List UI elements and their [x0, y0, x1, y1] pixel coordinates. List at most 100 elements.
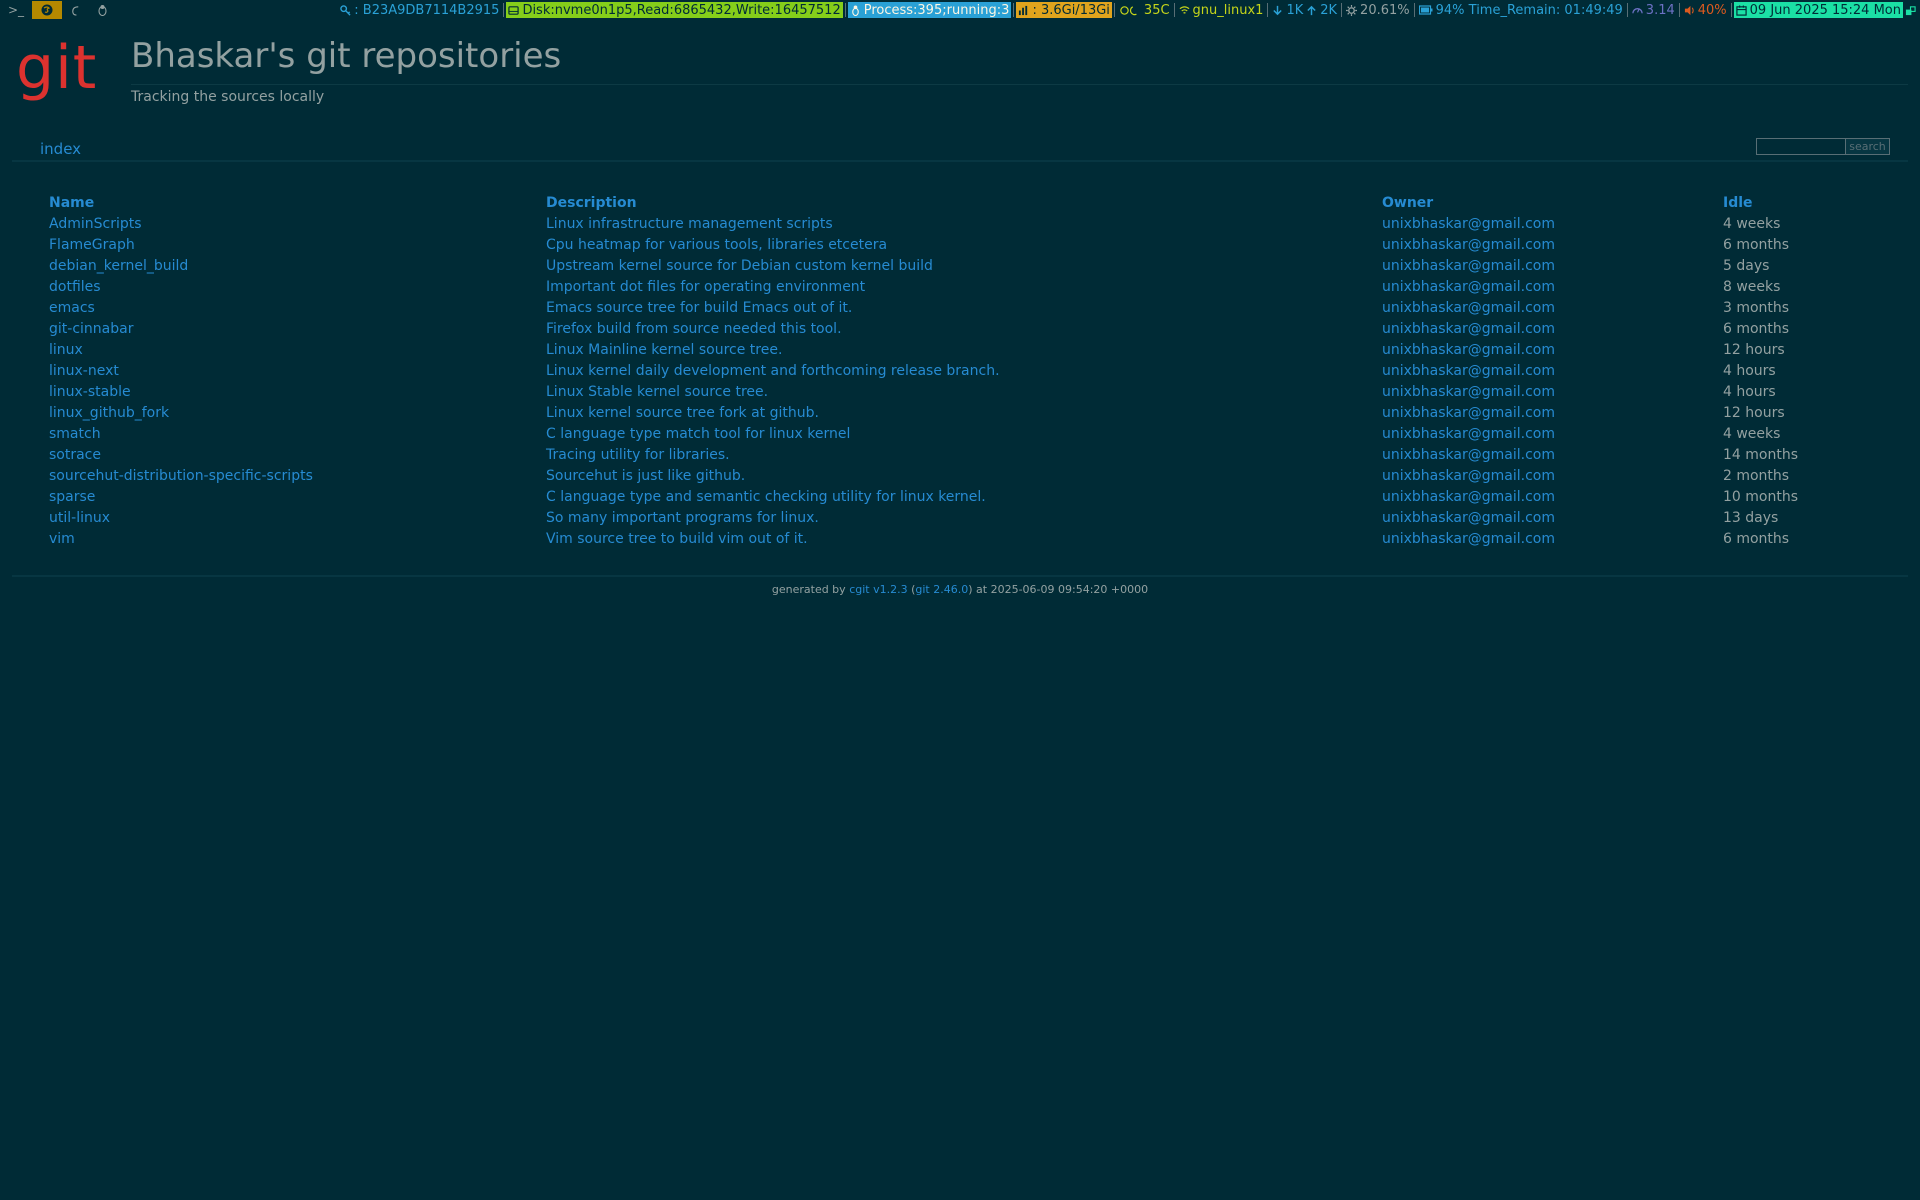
- repo-name-link[interactable]: util-linux: [49, 507, 546, 528]
- table-row[interactable]: sotrace Tracing utility for libraries. uni…: [49, 444, 1873, 465]
- table-row[interactable]: AdminScripts Linux infrastructure managem…: [49, 213, 1873, 234]
- repo-owner-link[interactable]: unixbhaskar@gmail.com: [1382, 360, 1723, 381]
- table-row[interactable]: sparse C language type and semantic check…: [49, 486, 1873, 507]
- repo-description-link[interactable]: Firefox build from source needed this to…: [546, 318, 1382, 339]
- repo-name-link[interactable]: sotrace: [49, 444, 546, 465]
- repo-name-link[interactable]: linux-stable: [49, 381, 546, 402]
- column-header-name[interactable]: Name: [49, 192, 546, 213]
- arrow-down-icon: [1273, 5, 1283, 15]
- table-row[interactable]: debian_kernel_build Upstream kernel sourc…: [49, 255, 1873, 276]
- table-row[interactable]: vim Vim source tree to build vim out of i…: [49, 528, 1873, 549]
- gear-icon: [1346, 4, 1358, 16]
- repo-name-link[interactable]: emacs: [49, 297, 546, 318]
- repo-name-link[interactable]: linux: [49, 339, 546, 360]
- repo-owner-link[interactable]: unixbhaskar@gmail.com: [1382, 402, 1723, 423]
- repo-owner-link[interactable]: unixbhaskar@gmail.com: [1382, 213, 1723, 234]
- repo-owner-link[interactable]: unixbhaskar@gmail.com: [1382, 297, 1723, 318]
- table-row[interactable]: linux_github_fork Linux kernel source tre…: [49, 402, 1873, 423]
- cpu-text: 20.61%: [1360, 2, 1410, 18]
- disk-icon: [508, 5, 520, 15]
- repo-name-link[interactable]: dotfiles: [49, 276, 546, 297]
- repo-owner-link[interactable]: unixbhaskar@gmail.com: [1382, 444, 1723, 465]
- repo-description-link[interactable]: Cpu heatmap for various tools, libraries…: [546, 234, 1382, 255]
- workspace-emacs[interactable]: [32, 1, 63, 19]
- repo-name-link[interactable]: AdminScripts: [49, 213, 546, 234]
- table-row[interactable]: util-linux So many important programs for…: [49, 507, 1873, 528]
- bar-chart-icon: [1019, 5, 1028, 15]
- repo-name-link[interactable]: linux-next: [49, 360, 546, 381]
- memory-text: : 3.6Gi/13Gi: [1032, 2, 1110, 18]
- column-header-owner[interactable]: Owner: [1382, 192, 1723, 213]
- repo-description-link[interactable]: Emacs source tree for build Emacs out of…: [546, 297, 1382, 318]
- repo-owner-link[interactable]: unixbhaskar@gmail.com: [1382, 234, 1723, 255]
- tab-index[interactable]: index: [40, 140, 81, 162]
- repo-name-link[interactable]: FlameGraph: [49, 234, 546, 255]
- repo-idle-time: 4 weeks: [1723, 425, 1781, 442]
- repo-owner-link[interactable]: unixbhaskar@gmail.com: [1382, 507, 1723, 528]
- repo-owner-link[interactable]: unixbhaskar@gmail.com: [1382, 339, 1723, 360]
- repo-idle-time: 4 hours: [1723, 362, 1776, 379]
- tray-block[interactable]: [1903, 2, 1918, 18]
- repo-description-link[interactable]: Vim source tree to build vim out of it.: [546, 528, 1382, 549]
- repository-table: Name Description Owner Idle AdminScripts…: [49, 192, 1873, 549]
- table-row[interactable]: FlameGraph Cpu heatmap for various tools,…: [49, 234, 1873, 255]
- repo-owner-link[interactable]: unixbhaskar@gmail.com: [1382, 528, 1723, 549]
- repo-description-link[interactable]: Tracing utility for libraries.: [546, 444, 1382, 465]
- repo-description-link[interactable]: Linux Stable kernel source tree.: [546, 381, 1382, 402]
- workspace-terminal[interactable]: >_: [0, 1, 32, 19]
- separator: [1341, 3, 1343, 17]
- repo-owner-link[interactable]: unixbhaskar@gmail.com: [1382, 486, 1723, 507]
- volume-block[interactable]: 40%: [1682, 2, 1729, 18]
- column-header-idle[interactable]: Idle: [1723, 192, 1873, 213]
- column-header-description[interactable]: Description: [546, 192, 1382, 213]
- search-input[interactable]: [1756, 138, 1846, 155]
- repo-owner-link[interactable]: unixbhaskar@gmail.com: [1382, 465, 1723, 486]
- repo-name-link[interactable]: sourcehut-distribution-specific-scripts: [49, 465, 546, 486]
- repo-owner-link[interactable]: unixbhaskar@gmail.com: [1382, 255, 1723, 276]
- process-text: Process:395;running:3: [863, 2, 1010, 18]
- table-row[interactable]: linux-next Linux kernel daily development…: [49, 360, 1873, 381]
- repo-description-link[interactable]: Sourcehut is just like github.: [546, 465, 1382, 486]
- page-subtitle: Tracking the sources locally: [131, 89, 325, 105]
- footer-prefix: generated by: [771, 583, 850, 596]
- repo-idle-time: 6 months: [1723, 236, 1790, 253]
- repo-name-link[interactable]: linux_github_fork: [49, 402, 546, 423]
- table-row[interactable]: sourcehut-distribution-specific-scripts S…: [49, 465, 1873, 486]
- calendar-icon: [1735, 4, 1747, 16]
- git-logo[interactable]: git: [16, 32, 116, 112]
- network-tray-icon: [1905, 5, 1916, 15]
- repo-name-link[interactable]: sparse: [49, 486, 546, 507]
- repo-owner-link[interactable]: unixbhaskar@gmail.com: [1382, 276, 1723, 297]
- repo-name-link[interactable]: debian_kernel_build: [49, 255, 546, 276]
- repo-description-link[interactable]: So many important programs for linux.: [546, 507, 1382, 528]
- repo-owner-link[interactable]: unixbhaskar@gmail.com: [1382, 381, 1723, 402]
- repo-description-link[interactable]: Upstream kernel source for Debian custom…: [546, 255, 1382, 276]
- search-button[interactable]: search: [1845, 138, 1890, 155]
- emacs-icon: [41, 4, 53, 16]
- repo-description-link[interactable]: Linux infrastructure management scripts: [546, 213, 1382, 234]
- table-row[interactable]: emacs Emacs source tree for build Emacs o…: [49, 297, 1873, 318]
- tab-divider: [12, 160, 1908, 162]
- workspace-firefox[interactable]: [62, 1, 89, 19]
- workspace-tux[interactable]: [89, 1, 116, 19]
- repo-owner-link[interactable]: unixbhaskar@gmail.com: [1382, 318, 1723, 339]
- repo-name-link[interactable]: git-cinnabar: [49, 318, 546, 339]
- repo-description-link[interactable]: Linux Mainline kernel source tree.: [546, 339, 1382, 360]
- git-version-link[interactable]: git 2.46.0: [915, 583, 968, 596]
- table-row[interactable]: smatch C language type match tool for lin…: [49, 423, 1873, 444]
- cgit-version-link[interactable]: cgit v1.2.3: [849, 583, 907, 596]
- status-blocks: : B23A9DB7114B2915 Disk:nvme0n1p5,Read:6…: [338, 1, 1920, 19]
- repo-name-link[interactable]: vim: [49, 528, 546, 549]
- repo-description-link[interactable]: Important dot files for operating enviro…: [546, 276, 1382, 297]
- table-row[interactable]: dotfiles Important dot files for operatin…: [49, 276, 1873, 297]
- repo-name-link[interactable]: smatch: [49, 423, 546, 444]
- table-row[interactable]: linux-stable Linux Stable kernel source t…: [49, 381, 1873, 402]
- repo-description-link[interactable]: C language type match tool for linux ker…: [546, 423, 1382, 444]
- repo-description-link[interactable]: C language type and semantic checking ut…: [546, 486, 1382, 507]
- repo-description-link[interactable]: Linux kernel daily development and forth…: [546, 360, 1382, 381]
- table-row[interactable]: git-cinnabar Firefox build from source ne…: [49, 318, 1873, 339]
- repo-owner-link[interactable]: unixbhaskar@gmail.com: [1382, 423, 1723, 444]
- table-row[interactable]: linux Linux Mainline kernel source tree. u…: [49, 339, 1873, 360]
- repo-description-link[interactable]: Linux kernel source tree fork at github.: [546, 402, 1382, 423]
- date-block: 09 Jun 2025 15:24 Mon: [1733, 2, 1903, 18]
